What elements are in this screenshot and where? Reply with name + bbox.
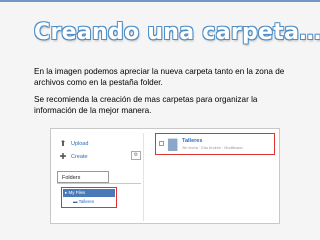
folder-icon: ▇ (168, 137, 178, 151)
row-checkbox[interactable] (159, 141, 164, 146)
plus-icon: ✚ (59, 152, 67, 161)
upload-button[interactable]: ⬆ Upload (59, 139, 89, 148)
file-row-talleres[interactable]: ▇ Talleres Sin fecha · Edu Andrés · Modi… (155, 133, 275, 155)
tree-highlight-box (61, 187, 117, 208)
panel-divider (143, 133, 144, 221)
tree-divider (57, 183, 141, 184)
tab-folders[interactable]: Folders (57, 171, 109, 183)
top-accent-bar (0, 0, 320, 2)
create-label: Create (71, 153, 88, 160)
file-name-link[interactable]: Talleres (182, 138, 202, 144)
create-button[interactable]: ✚ Create (59, 152, 88, 161)
slide-title: Creando una carpeta… (34, 20, 320, 45)
paragraph-2: Se recomienda la creación de mas carpeta… (34, 95, 258, 115)
paragraph-1: En la imagen podemos apreciar la nueva c… (34, 67, 285, 87)
gear-icon[interactable]: ⚙ (131, 151, 141, 160)
file-manager-screenshot: ⬆ Upload ✚ Create ⚙ Folders ▸ My Files ▬… (50, 128, 280, 224)
upload-label: Upload (71, 140, 89, 147)
upload-arrow-icon: ⬆ (59, 139, 67, 148)
file-meta-text: Sin fecha · Edu Andrés · Modificado (182, 146, 243, 150)
